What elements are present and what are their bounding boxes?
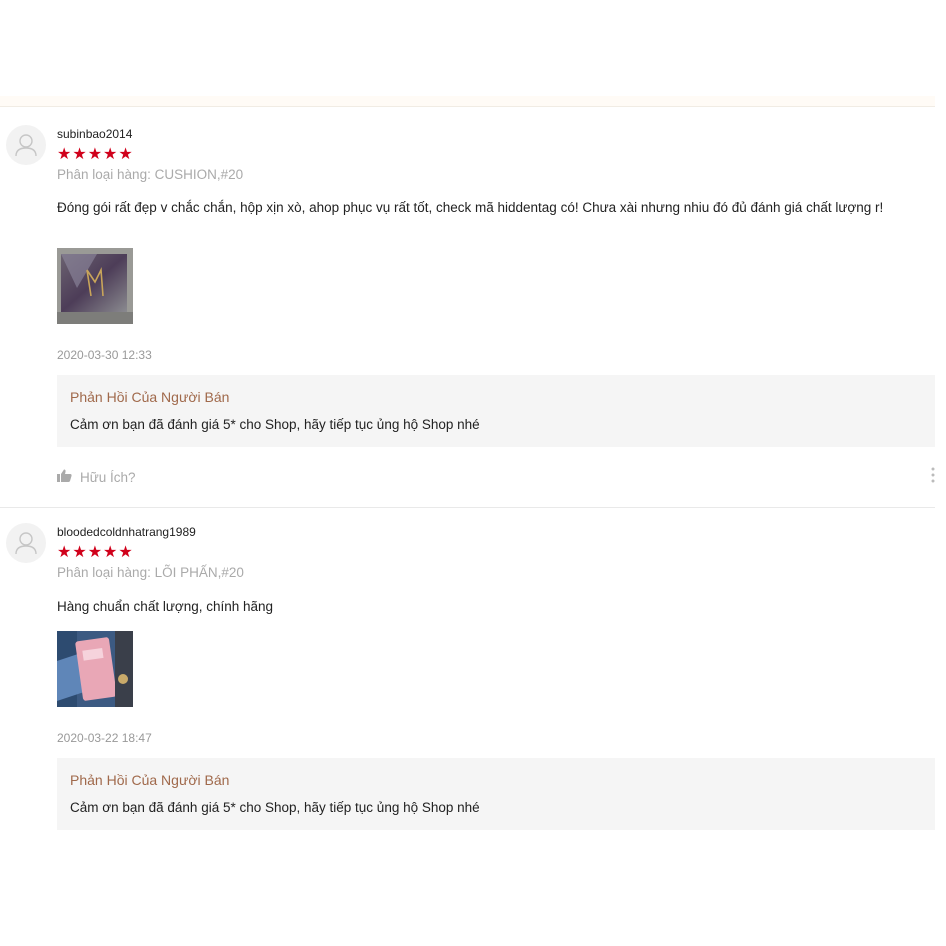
- seller-response-text: Cảm ơn bạn đã đánh giá 5* cho Shop, hãy …: [70, 417, 480, 432]
- thumbs-up-icon: [57, 469, 72, 485]
- helpful-label: Hữu Ích?: [80, 469, 136, 485]
- reviewer-username[interactable]: subinbao2014: [57, 127, 132, 141]
- review-item: subinbao2014 ★★★★★ Phân loại hàng: CUSHI…: [0, 107, 935, 508]
- seller-response-title: Phản Hồi Của Người Bán: [70, 389, 230, 405]
- helpful-button[interactable]: Hữu Ích?: [57, 469, 136, 485]
- top-strip: [0, 96, 935, 107]
- reviewer-username[interactable]: bloodedcoldnhatrang1989: [57, 525, 196, 539]
- review-photo[interactable]: [57, 631, 133, 707]
- seller-response-text: Cảm ơn bạn đã đánh giá 5* cho Shop, hãy …: [70, 800, 480, 815]
- review-comment: Hàng chuẩn chất lượng, chính hãng: [57, 599, 274, 614]
- product-variation: Phân loại hàng: LÕI PHẤN,#20: [57, 565, 244, 580]
- more-options-icon[interactable]: [931, 467, 935, 483]
- product-variation: Phân loại hàng: CUSHION,#20: [57, 167, 244, 182]
- review-timestamp: 2020-03-22 18:47: [57, 731, 152, 745]
- rating-stars: ★★★★★: [57, 146, 134, 163]
- seller-response: Phản Hồi Của Người Bán Cảm ơn bạn đã đán…: [57, 758, 935, 830]
- user-avatar-icon[interactable]: [6, 125, 46, 165]
- rating-stars: ★★★★★: [57, 544, 134, 561]
- user-avatar-icon[interactable]: [6, 523, 46, 563]
- review-item: bloodedcoldnhatrang1989 ★★★★★ Phân loại …: [0, 508, 935, 848]
- review-comment: Đóng gói rất đẹp v chắc chắn, hộp xịn xò…: [57, 200, 884, 215]
- review-timestamp: 2020-03-30 12:33: [57, 348, 152, 362]
- seller-response: Phản Hồi Của Người Bán Cảm ơn bạn đã đán…: [57, 375, 935, 447]
- seller-response-title: Phản Hồi Của Người Bán: [70, 772, 230, 788]
- review-photo[interactable]: [57, 248, 133, 324]
